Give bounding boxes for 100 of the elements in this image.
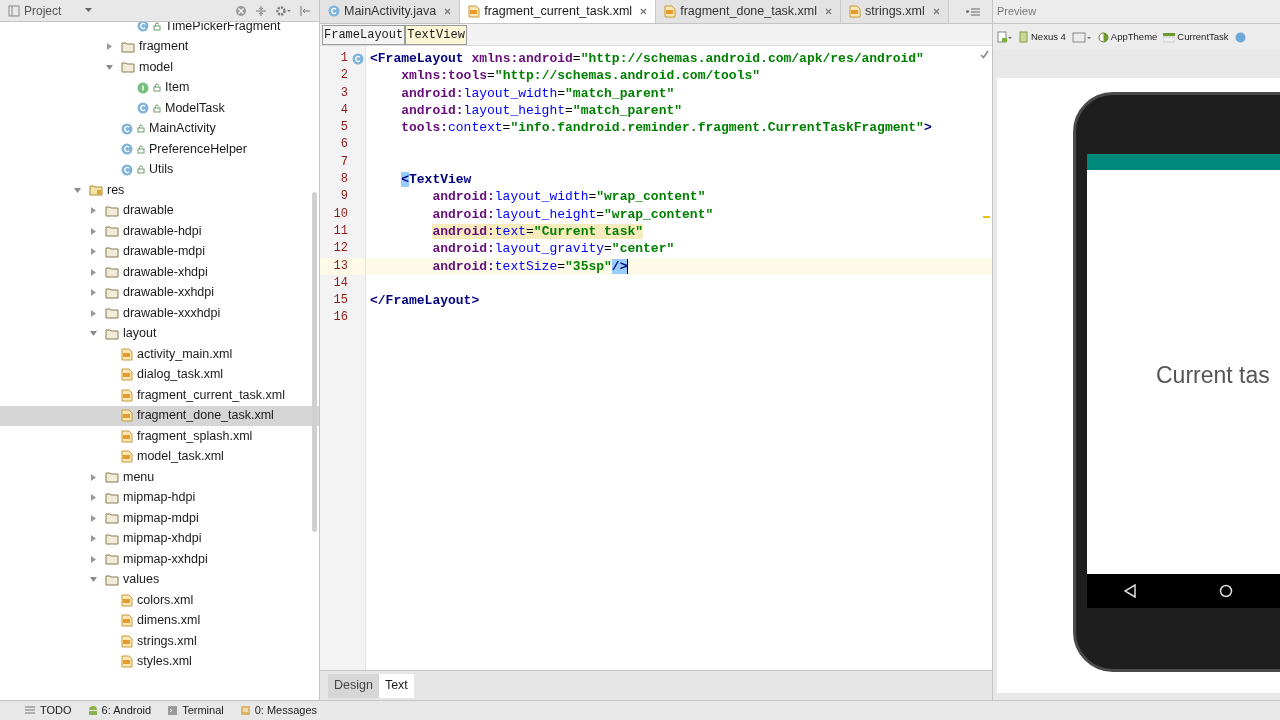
lock-icon <box>153 83 161 93</box>
tree-item[interactable]: values <box>0 569 319 590</box>
collapsed-arrow-icon[interactable] <box>89 534 98 544</box>
tree-item[interactable]: fragment <box>0 36 319 57</box>
activity-dropdown[interactable]: CurrentTask <box>1163 29 1229 45</box>
tree-item[interactable]: strings.xml <box>0 631 319 652</box>
folder-icon <box>121 40 135 53</box>
collapsed-arrow-icon[interactable] <box>89 206 98 216</box>
tabs-menu-icon[interactable] <box>966 8 980 16</box>
tree-item[interactable]: colors.xml <box>0 590 319 611</box>
collapsed-arrow-icon[interactable] <box>89 288 98 298</box>
back-icon <box>1124 584 1136 598</box>
globe-icon[interactable] <box>1234 31 1246 43</box>
expanded-arrow-icon[interactable] <box>89 575 98 585</box>
tree-item[interactable]: layout <box>0 323 319 344</box>
device-menu-button[interactable] <box>997 31 1013 43</box>
editor-tab[interactable]: strings.xml <box>841 0 949 23</box>
tree-item[interactable]: Item <box>0 77 319 98</box>
expanded-arrow-icon[interactable] <box>73 185 82 195</box>
breadcrumb[interactable]: FrameLayout <box>322 24 406 45</box>
tree-item[interactable]: fragment_current_task.xml <box>0 385 319 406</box>
scrollbar[interactable] <box>312 192 317 532</box>
line-number: 9 <box>339 188 348 206</box>
tool-window-button[interactable]: 6: Android <box>87 702 152 719</box>
close-icon[interactable] <box>444 7 452 15</box>
collapsed-arrow-icon[interactable] <box>89 554 98 564</box>
tree-item[interactable]: styles.xml <box>0 651 319 672</box>
collapsed-arrow-icon[interactable] <box>89 267 98 277</box>
dropdown-arrow-icon[interactable] <box>85 8 92 13</box>
class-icon <box>137 102 149 115</box>
tree-item[interactable]: Utils <box>0 159 319 180</box>
tree-item[interactable]: dialog_task.xml <box>0 364 319 385</box>
xml-file-icon <box>121 614 133 628</box>
close-icon[interactable] <box>825 7 833 15</box>
orientation-menu-button[interactable] <box>1071 31 1092 43</box>
line-number: 5 <box>339 119 348 137</box>
device-dropdown[interactable]: Nexus 4 <box>1019 29 1066 45</box>
target-icon[interactable] <box>235 4 247 17</box>
theme-button[interactable]: AppTheme <box>1097 29 1158 45</box>
tree-item[interactable]: fragment_splash.xml <box>0 426 319 447</box>
expanded-arrow-icon[interactable] <box>89 329 98 339</box>
view-tab[interactable]: Design <box>328 673 379 698</box>
tree-item[interactable]: drawable-mdpi <box>0 241 319 262</box>
tree-item[interactable]: PreferenceHelper <box>0 139 319 160</box>
code-line: tools:context="info.fandroid.reminder.fragment.CurrentTaskFragment"> <box>401 120 932 136</box>
tree-item[interactable]: model <box>0 57 319 78</box>
check-icon <box>980 50 989 59</box>
warning-marker <box>983 216 990 218</box>
folder-icon <box>105 327 119 340</box>
tree-item[interactable]: drawable <box>0 200 319 221</box>
close-icon[interactable] <box>640 7 648 15</box>
collapse-all-icon[interactable] <box>255 4 267 17</box>
tree-item[interactable]: mipmap-hdpi <box>0 487 319 508</box>
settings-icon[interactable] <box>275 4 291 17</box>
expanded-arrow-icon[interactable] <box>105 62 114 72</box>
collapsed-arrow-icon[interactable] <box>89 226 98 236</box>
tree-item[interactable]: fragment_done_task.xml <box>0 405 319 426</box>
collapsed-arrow-icon[interactable] <box>105 42 114 52</box>
tree-item[interactable]: mipmap-xhdpi <box>0 528 319 549</box>
tree-item[interactable]: menu <box>0 467 319 488</box>
tree-item[interactable]: MainActivity <box>0 118 319 139</box>
tree-item[interactable]: drawable-hdpi <box>0 221 319 242</box>
hide-panel-icon[interactable] <box>299 4 311 17</box>
tree-item[interactable]: res <box>0 180 319 201</box>
tree-item[interactable]: drawable-xhdpi <box>0 262 319 283</box>
lock-icon <box>137 124 145 134</box>
folder-icon <box>105 204 119 217</box>
view-tab[interactable]: Text <box>378 673 414 698</box>
tree-item[interactable]: drawable-xxxhdpi <box>0 303 319 324</box>
collapsed-arrow-icon[interactable] <box>89 308 98 318</box>
editor-tab[interactable]: fragment_done_task.xml <box>656 0 842 23</box>
xml-file-icon <box>468 4 481 18</box>
class-icon <box>121 122 133 135</box>
collapsed-arrow-icon[interactable] <box>89 247 98 257</box>
folder-icon <box>105 266 119 279</box>
tool-window-button[interactable]: TODO <box>24 702 72 719</box>
device-icon <box>997 31 1013 43</box>
line-number: 8 <box>339 171 348 189</box>
tool-window-button[interactable]: Terminal <box>167 702 224 719</box>
tree-item[interactable]: model_task.xml <box>0 446 319 467</box>
folder-icon <box>105 307 119 320</box>
tree-item[interactable]: ModelTask <box>0 98 319 119</box>
tree-item[interactable]: mipmap-mdpi <box>0 508 319 529</box>
folder-icon <box>105 491 119 504</box>
xml-file-icon <box>121 347 133 361</box>
tree-item[interactable]: dimens.xml <box>0 610 319 631</box>
editor-tab[interactable]: MainActivity.java <box>320 0 461 23</box>
project-view-dropdown[interactable]: Project <box>8 1 96 20</box>
xml-file-icon <box>121 450 133 464</box>
editor-tab[interactable]: fragment_current_task.xml <box>460 0 657 23</box>
tool-window-button[interactable]: 0: Messages <box>239 702 318 719</box>
folder-icon <box>105 553 119 566</box>
breadcrumb[interactable]: TextView <box>405 24 467 45</box>
tree-item[interactable]: drawable-xxhdpi <box>0 282 319 303</box>
tree-item[interactable]: mipmap-xxhdpi <box>0 549 319 570</box>
collapsed-arrow-icon[interactable] <box>89 472 98 482</box>
collapsed-arrow-icon[interactable] <box>89 493 98 503</box>
collapsed-arrow-icon[interactable] <box>89 513 98 523</box>
close-icon[interactable] <box>932 7 940 15</box>
tree-item[interactable]: activity_main.xml <box>0 344 319 365</box>
